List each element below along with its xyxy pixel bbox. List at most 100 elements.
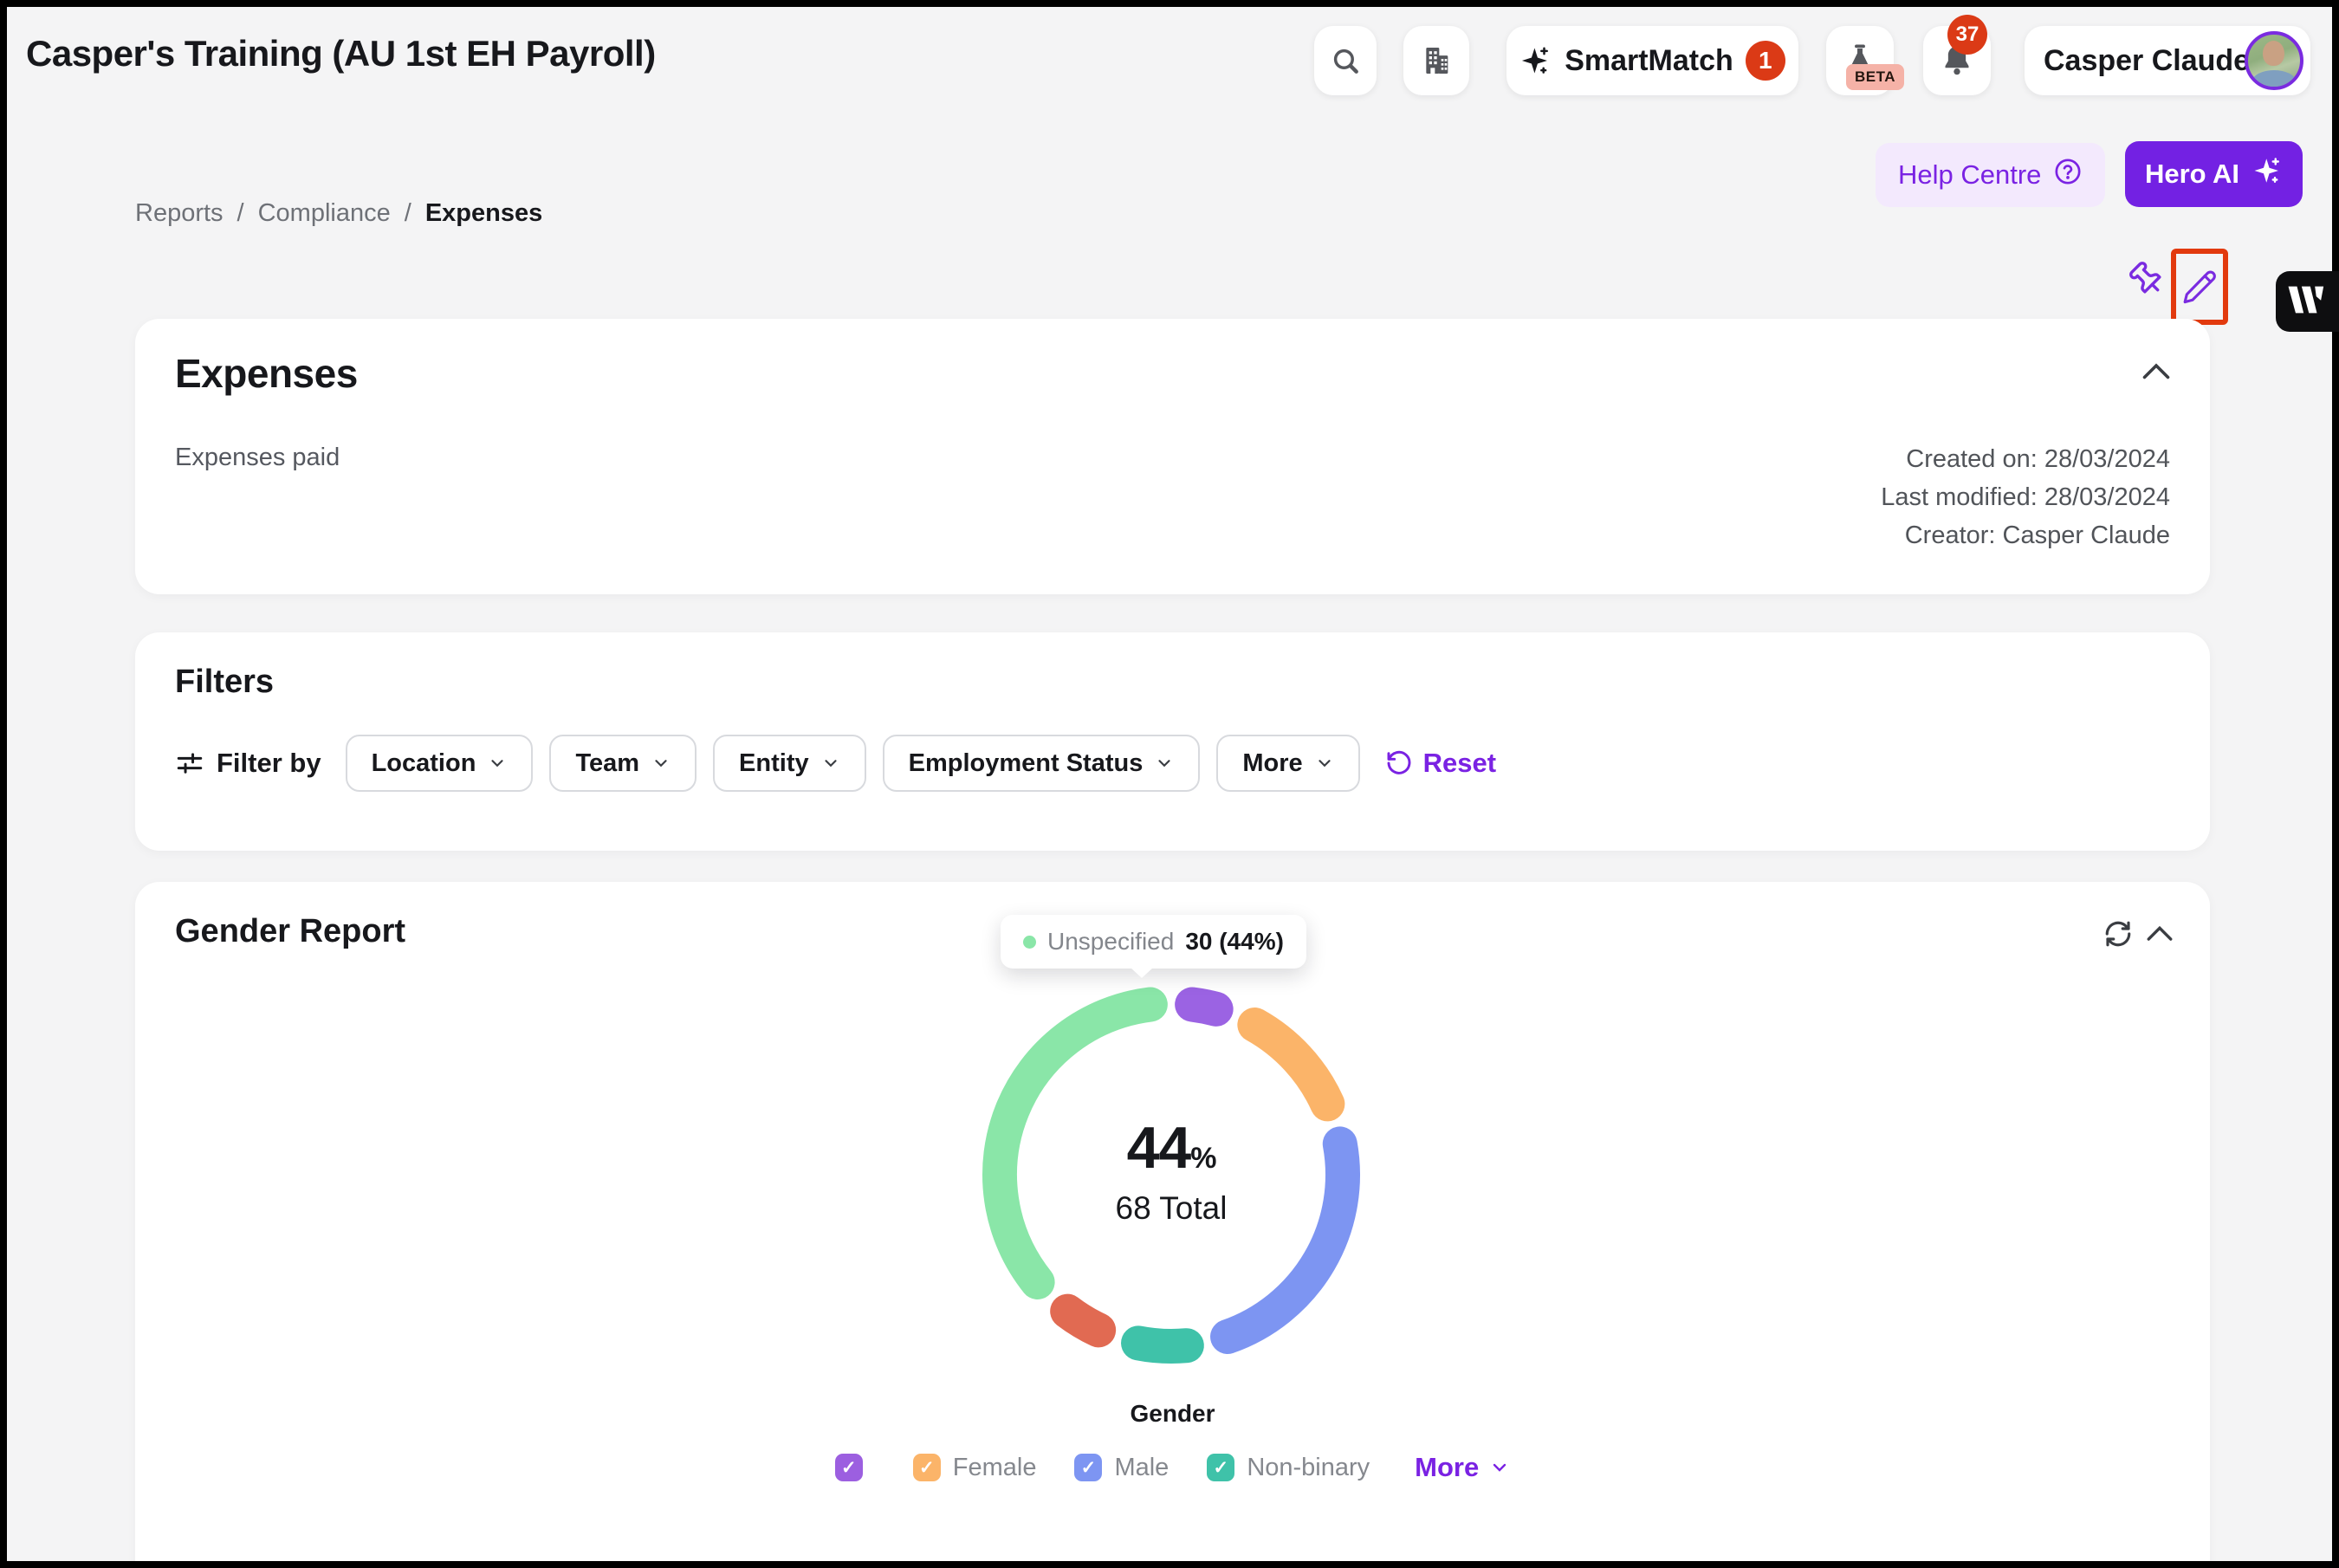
question-circle-icon <box>2053 157 2083 193</box>
chevron-up-icon <box>2145 923 2174 943</box>
beta-badge: BETA <box>1846 64 1904 90</box>
expenses-collapse-button[interactable] <box>2139 357 2174 385</box>
filters-card: Filters Filter by Location Team Entity <box>135 632 2210 851</box>
reset-filters-button[interactable]: Reset <box>1385 748 1496 779</box>
pin-icon <box>2126 258 2167 304</box>
chevron-down-icon <box>1315 754 1334 773</box>
tooltip-series-dot <box>1023 936 1036 949</box>
labs-button[interactable]: BETA <box>1826 26 1894 95</box>
pencil-icon <box>2180 268 2219 306</box>
donut-center-text: 44% 68 Total <box>1033 1114 1310 1227</box>
tooltip-pointer <box>1131 968 1153 978</box>
breadcrumb-item-compliance[interactable]: Compliance <box>258 199 391 228</box>
tooltip-value: 30 (44%) <box>1185 928 1284 956</box>
filter-by-label: Filter by <box>217 748 321 779</box>
page-title: Casper's Training (AU 1st EH Payroll) <box>26 33 656 75</box>
donut-segment-Non-binary[interactable] <box>1138 1343 1187 1346</box>
legend-more-button[interactable]: More <box>1415 1452 1510 1483</box>
reset-label: Reset <box>1423 748 1496 779</box>
filter-by-label-group: Filter by <box>175 748 321 779</box>
filter-team-button[interactable]: Team <box>549 735 697 792</box>
filter-more-button[interactable]: More <box>1216 735 1359 792</box>
legend-item <box>835 1454 875 1481</box>
help-centre-label: Help Centre <box>1898 159 2041 191</box>
legend-item: Female <box>913 1454 1037 1482</box>
donut-segment-unlabeled[interactable] <box>1192 1004 1216 1008</box>
reset-icon <box>1385 749 1413 777</box>
gender-report-card: Gender Report Unspecified 30 (44%) 44% <box>135 882 2210 1568</box>
breadcrumb: Reports / Compliance / Expenses <box>135 199 542 228</box>
refresh-icon <box>2103 918 2134 949</box>
expenses-title: Expenses <box>175 350 358 397</box>
legend-checkbox-unlabeled[interactable] <box>835 1454 863 1481</box>
chevron-down-icon <box>1489 1457 1510 1478</box>
breadcrumb-separator: / <box>405 199 411 228</box>
breadcrumb-item-expenses: Expenses <box>425 199 542 228</box>
legend-label-non-binary: Non-binary <box>1247 1454 1370 1482</box>
help-centre-button[interactable]: Help Centre <box>1876 143 2105 207</box>
filter-location-button[interactable]: Location <box>346 735 534 792</box>
app-window: Casper's Training (AU 1st EH Payroll) <box>0 0 2339 1568</box>
sparkle-icon <box>1519 44 1552 77</box>
donut-percent-value: 44 <box>1127 1115 1191 1181</box>
legend-label-male: Male <box>1114 1454 1169 1482</box>
legend-checkbox-non-binary[interactable] <box>1207 1454 1234 1481</box>
edit-button[interactable] <box>2180 268 2219 306</box>
meta-creator: Creator: Casper Claude <box>1881 516 2170 554</box>
chart-axis-label: Gender <box>135 1400 2210 1428</box>
gender-report-title: Gender Report <box>175 913 405 950</box>
chevron-down-icon <box>821 754 840 773</box>
filter-more-label: More <box>1242 749 1302 778</box>
donut-segment-Female[interactable] <box>1254 1025 1327 1104</box>
chevron-down-icon <box>1155 754 1174 773</box>
gender-collapse-button[interactable] <box>2144 922 2175 944</box>
search-icon <box>1329 44 1362 77</box>
search-button[interactable] <box>1314 26 1377 95</box>
smartmatch-badge: 1 <box>1746 41 1785 81</box>
hero-ai-button[interactable]: Hero AI <box>2125 141 2303 207</box>
chevron-up-icon <box>2141 360 2172 381</box>
legend-item: Non-binary <box>1207 1454 1370 1482</box>
pin-button[interactable] <box>2124 256 2169 305</box>
donut-total: 68 Total <box>1033 1190 1310 1227</box>
annotation-highlight-box <box>2171 249 2228 325</box>
notifications-button[interactable]: 37 <box>1923 26 1991 95</box>
breadcrumb-separator: / <box>237 199 244 228</box>
legend-checkbox-female[interactable] <box>913 1454 941 1481</box>
hero-ai-label: Hero AI <box>2145 159 2239 190</box>
chevron-down-icon <box>651 754 671 773</box>
legend-more-label: More <box>1415 1452 1479 1483</box>
filter-location-label: Location <box>372 749 476 778</box>
chart-legend: Female Male Non-binary More <box>135 1450 2210 1485</box>
tooltip-label: Unspecified <box>1047 928 1174 956</box>
legend-item: Male <box>1074 1454 1169 1482</box>
sliders-icon <box>175 748 204 778</box>
filter-employment-status-label: Employment Status <box>909 749 1144 778</box>
donut-percent-sign: % <box>1190 1142 1215 1175</box>
expenses-meta: Created on: 28/03/2024 Last modified: 28… <box>1881 440 2170 554</box>
profile-name: Casper Claude <box>2044 44 2250 78</box>
smartmatch-button[interactable]: SmartMatch 1 <box>1506 26 1798 95</box>
filter-row: Filter by Location Team Entity Employmen… <box>175 735 1496 792</box>
chart-tooltip: Unspecified 30 (44%) <box>1001 915 1306 969</box>
filter-employment-status-button[interactable]: Employment Status <box>883 735 1201 792</box>
side-drawer-tab[interactable] <box>2276 271 2339 332</box>
meta-modified: Last modified: 28/03/2024 <box>1881 478 2170 516</box>
donut-segment-unlabeled[interactable] <box>1067 1312 1098 1331</box>
filter-entity-button[interactable]: Entity <box>713 735 866 792</box>
legend-checkbox-male[interactable] <box>1074 1454 1102 1481</box>
building-icon <box>1419 43 1454 78</box>
breadcrumb-item-reports[interactable]: Reports <box>135 199 224 228</box>
chevron-down-icon <box>488 754 507 773</box>
filter-entity-label: Entity <box>739 749 809 778</box>
w-logo-icon <box>2287 284 2327 320</box>
profile-button[interactable]: Casper Claude <box>2025 26 2310 95</box>
filter-team-label: Team <box>575 749 639 778</box>
sparkle-icon <box>2252 155 2283 193</box>
notifications-badge: 37 <box>1947 15 1987 55</box>
smartmatch-label: SmartMatch <box>1565 44 1733 78</box>
avatar <box>2245 31 2303 90</box>
organisation-button[interactable] <box>1403 26 1469 95</box>
expenses-card: Expenses Expenses paid Created on: 28/03… <box>135 319 2210 594</box>
refresh-button[interactable] <box>2103 918 2134 949</box>
